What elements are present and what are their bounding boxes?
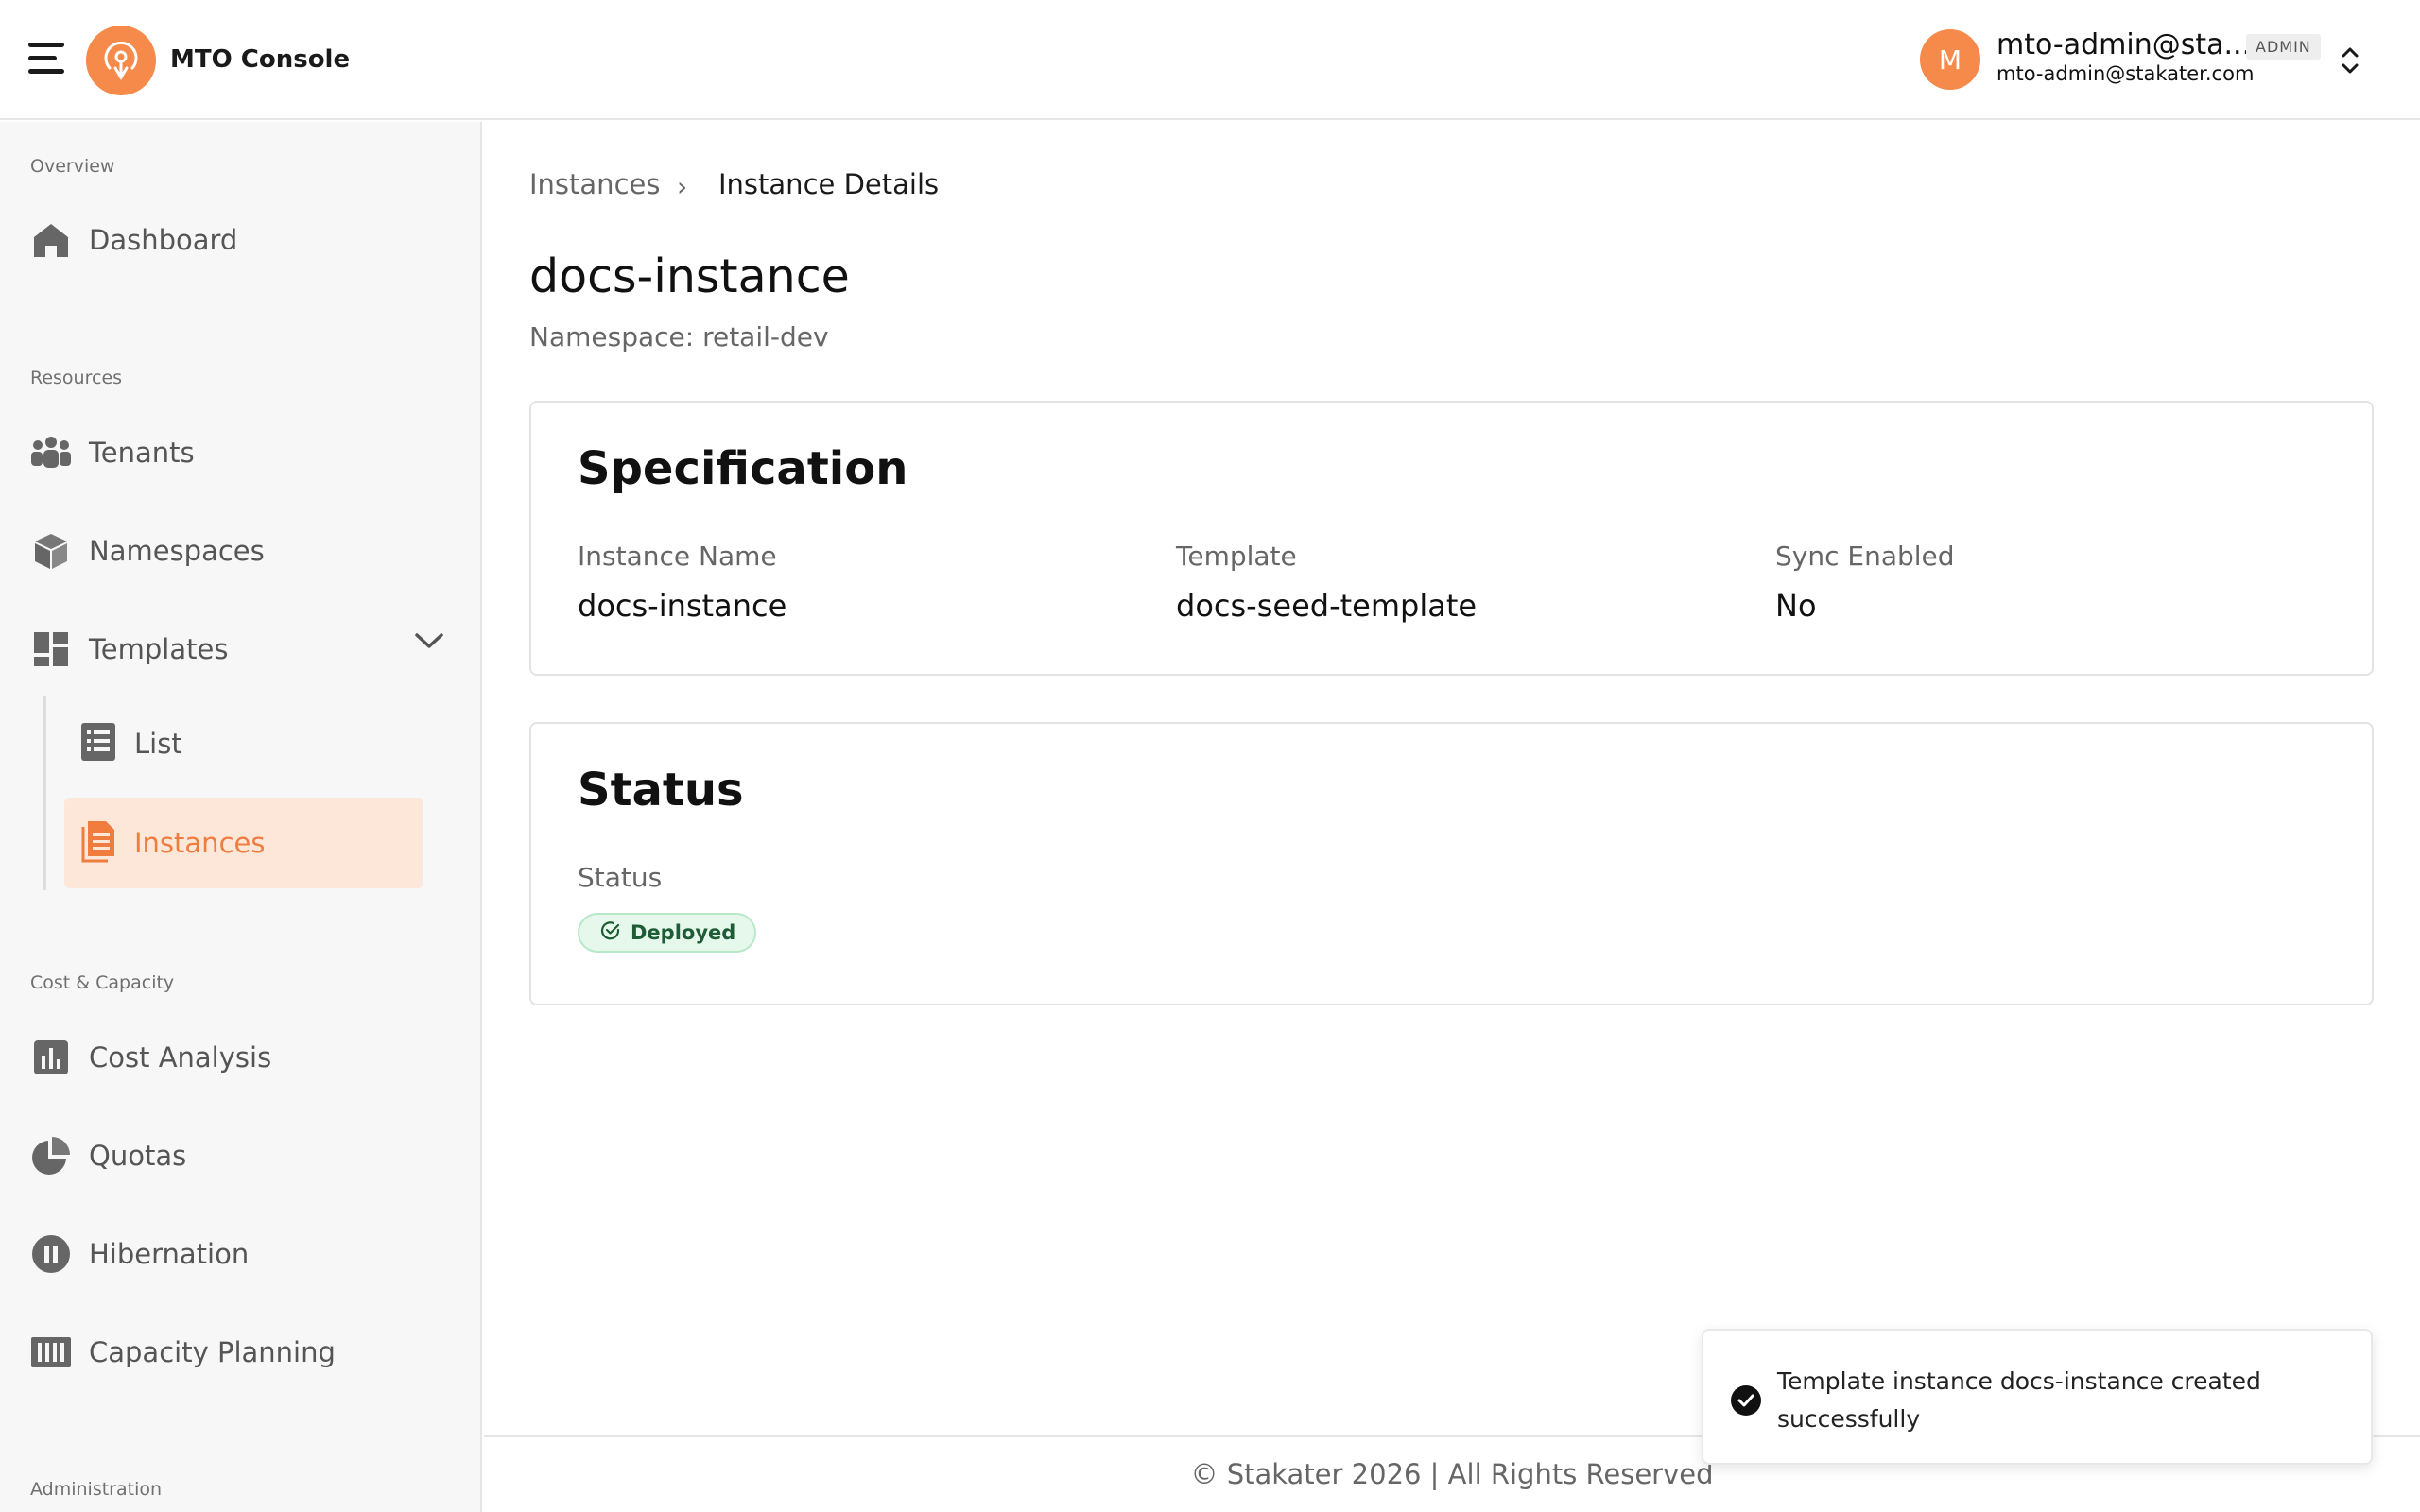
field-label: Status <box>578 862 663 893</box>
sidebar-item-cost-analysis[interactable]: Cost Analysis <box>28 1027 454 1088</box>
status-badge: Deployed <box>578 913 757 953</box>
sidebar-item-label: Instances <box>134 827 266 859</box>
field-value: docs-seed-template <box>1176 588 1478 624</box>
users-group-icon <box>28 430 74 475</box>
page-title: docs-instance <box>529 249 850 303</box>
sidebar-item-instances[interactable]: Instances <box>64 798 424 888</box>
sidebar-item-label: Cost Analysis <box>89 1041 272 1074</box>
sidebar: Overview Dashboard Resources Tenants Nam… <box>0 122 482 1512</box>
chevron-down-icon[interactable] <box>412 629 446 652</box>
sidebar-item-label: List <box>134 728 182 760</box>
cube-icon <box>28 528 74 574</box>
sidebar-item-label: Quotas <box>89 1140 187 1172</box>
hamburger-menu-icon[interactable] <box>28 43 64 75</box>
sidebar-item-label: Hibernation <box>89 1238 250 1270</box>
submenu-rail <box>43 696 46 890</box>
user-name: mto-admin@sta... <box>1996 28 2252 61</box>
section-label-administration: Administration <box>30 1479 163 1500</box>
sidebar-item-label: Dashboard <box>89 224 238 256</box>
field-value: No <box>1775 588 1817 624</box>
sidebar-item-list[interactable]: List <box>64 698 424 789</box>
chevron-up-down-icon[interactable] <box>2337 43 2363 77</box>
sidebar-item-capacity-planning[interactable]: Capacity Planning <box>28 1322 454 1383</box>
home-icon <box>28 217 74 263</box>
field-label: Sync Enabled <box>1775 541 1955 572</box>
columns-icon <box>28 1330 74 1375</box>
sidebar-item-quotas[interactable]: Quotas <box>28 1125 454 1186</box>
check-circle-icon <box>600 920 621 945</box>
role-badge: ADMIN <box>2246 34 2321 60</box>
app-title: MTO Console <box>170 45 351 74</box>
page-subtitle: Namespace: retail-dev <box>529 321 829 352</box>
sidebar-item-namespaces[interactable]: Namespaces <box>28 521 454 581</box>
success-toast[interactable]: Template instance docs-instance created … <box>1702 1329 2373 1465</box>
chevron-right-icon: › <box>677 171 688 202</box>
document-list-icon <box>79 721 117 766</box>
section-label-cost-capacity: Cost & Capacity <box>30 972 175 993</box>
sidebar-item-label: Tenants <box>89 437 195 469</box>
sidebar-item-label: Namespaces <box>89 535 265 567</box>
specification-card: Specification Instance Name docs-instanc… <box>529 401 2374 676</box>
breadcrumb-current: Instance Details <box>718 168 940 200</box>
dashboard-grid-icon <box>28 627 74 672</box>
top-header: MTO Console M mto-admin@sta... mto-admin… <box>0 0 2420 120</box>
bar-chart-icon <box>28 1035 74 1080</box>
sidebar-item-hibernation[interactable]: Hibernation <box>28 1224 454 1284</box>
status-card: Status Status Deployed <box>529 722 2374 1005</box>
user-avatar[interactable]: M <box>1920 29 1980 90</box>
section-label-overview: Overview <box>30 156 115 177</box>
user-email: mto-admin@stakater.com <box>1996 62 2255 85</box>
card-title: Status <box>578 764 744 816</box>
pause-circle-icon <box>28 1231 74 1277</box>
sidebar-item-tenants[interactable]: Tenants <box>28 422 454 483</box>
pie-chart-icon <box>28 1133 74 1178</box>
card-title: Specification <box>578 442 908 495</box>
sidebar-item-label: Templates <box>89 633 229 665</box>
field-label: Instance Name <box>578 541 777 572</box>
toast-message: Template instance docs-instance created … <box>1777 1367 2261 1433</box>
status-badge-label: Deployed <box>631 921 736 944</box>
sidebar-item-dashboard[interactable]: Dashboard <box>28 210 454 270</box>
sidebar-item-label: Capacity Planning <box>89 1336 336 1368</box>
breadcrumb-instances-link[interactable]: Instances <box>529 168 660 200</box>
field-value: docs-instance <box>578 588 787 624</box>
app-logo-icon[interactable] <box>86 26 156 95</box>
field-label: Template <box>1176 541 1297 572</box>
section-label-resources: Resources <box>30 368 123 388</box>
document-copy-icon <box>79 819 117 867</box>
sidebar-item-templates[interactable]: Templates <box>28 619 454 679</box>
check-circle-filled-icon <box>1730 1384 1762 1417</box>
